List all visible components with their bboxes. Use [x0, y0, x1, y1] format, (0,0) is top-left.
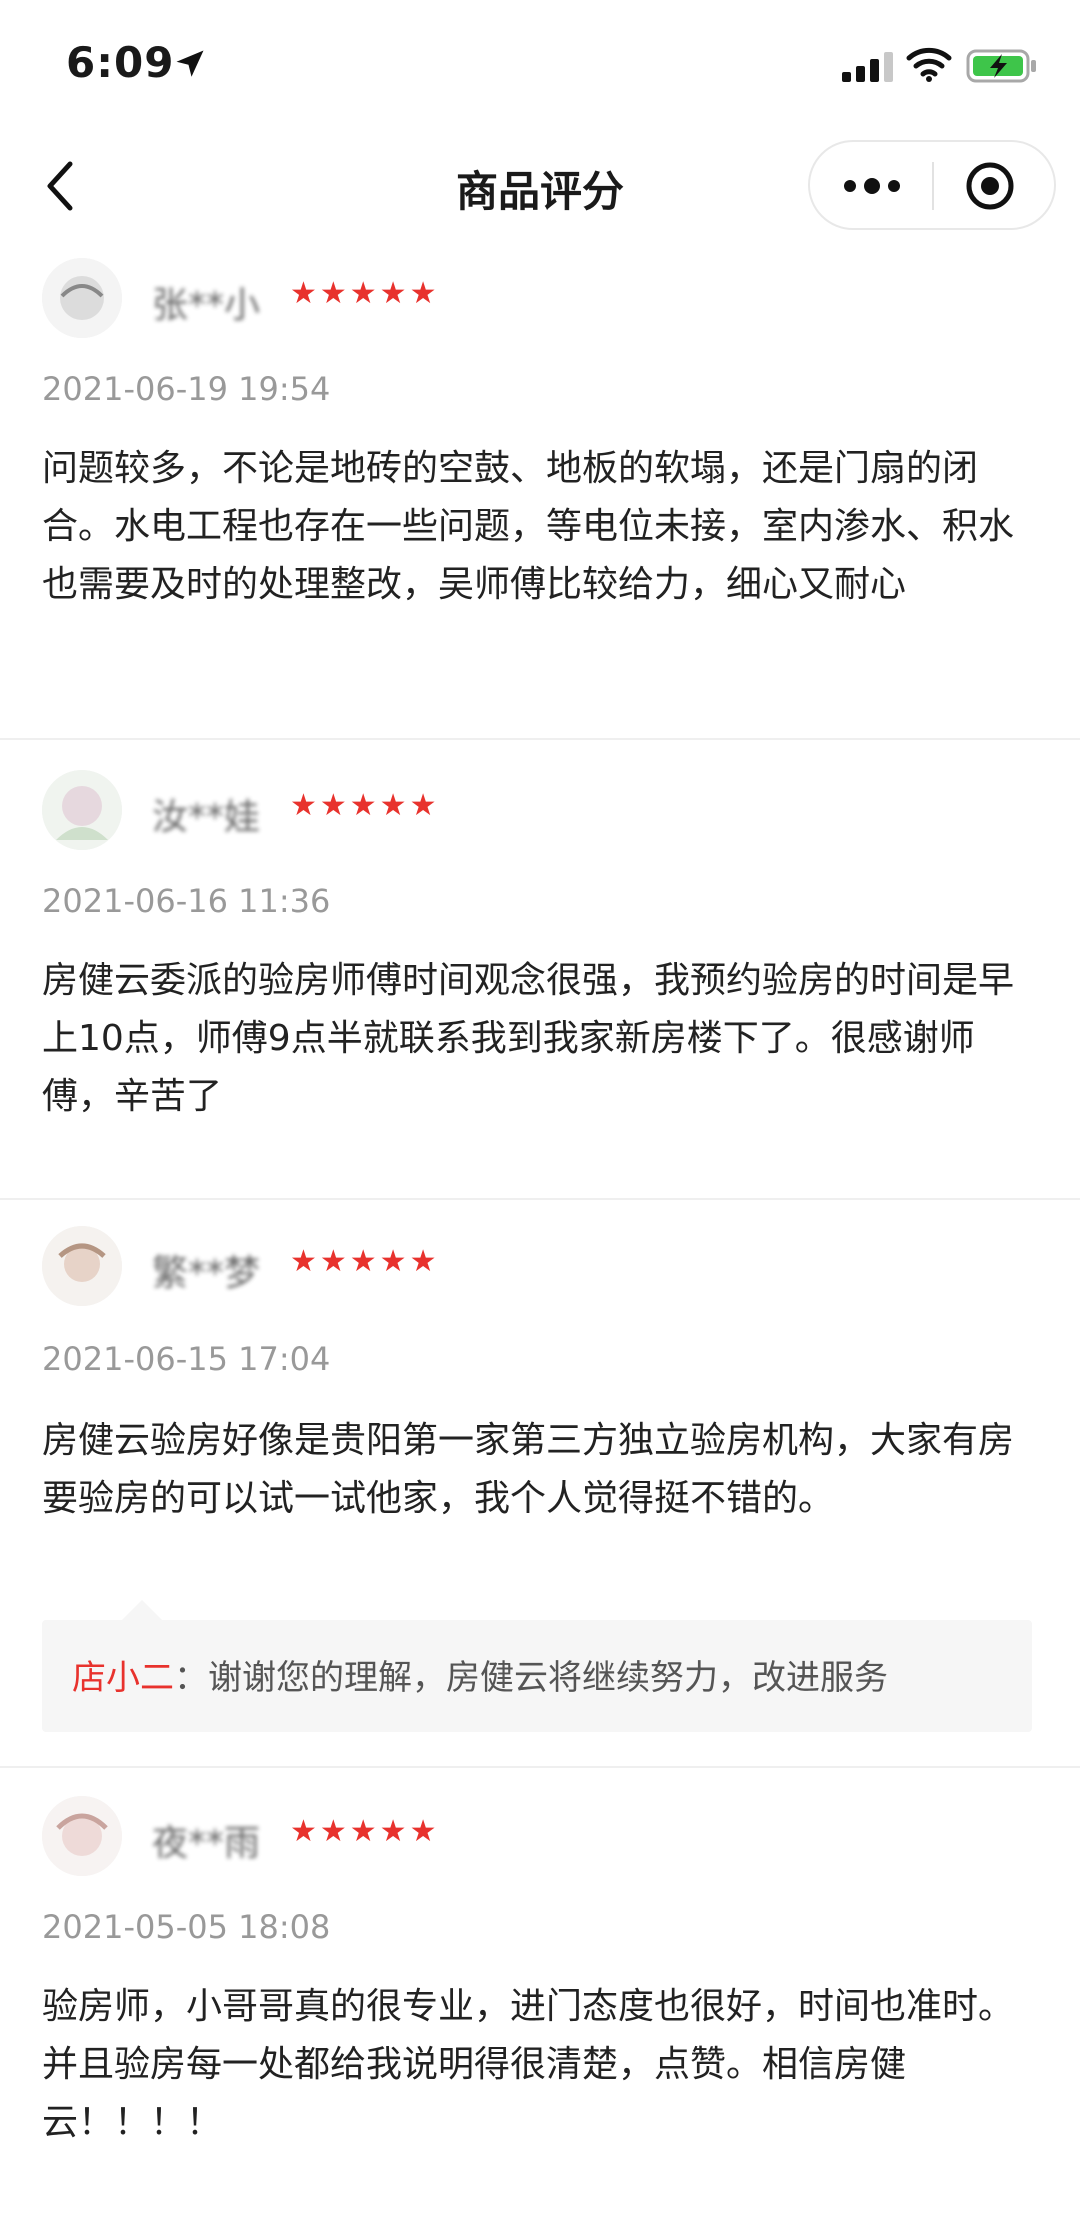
- status-bar: 6:09: [0, 0, 1080, 130]
- avatar: [42, 1226, 122, 1306]
- divider: [0, 1766, 1080, 1768]
- username: 繁**梦: [152, 1253, 261, 1294]
- avatar: [42, 770, 122, 850]
- review-content: 房健云委派的验房师傅时间观念很强，我预约验房的时间是早上10点，师傅9点半就联系…: [42, 960, 1015, 1117]
- star-rating: ★★★★★: [290, 1244, 440, 1279]
- review-content: 房健云验房好像是贵阳第一家第三方独立验房机构，大家有房要验房的可以试一试他家，我…: [42, 1420, 1015, 1519]
- status-time: 6:09: [66, 38, 175, 87]
- reply-content: 谢谢您的理解，房健云将继续努力，改进服务: [208, 1658, 888, 1698]
- username: 夜**雨: [152, 1823, 261, 1864]
- battery-charging-icon: [966, 49, 1036, 83]
- review-date: 2021-06-15 17:04: [42, 1340, 331, 1378]
- close-miniprogram-button[interactable]: [960, 156, 1020, 216]
- review-item: 汝**娃 ★★★★★ 2021-06-16 11:36 房健云委派的验房师傅时间…: [0, 752, 1080, 1198]
- mini-program-capsule: [808, 140, 1056, 230]
- avatar: [42, 1796, 122, 1876]
- review-item: 夜**雨 ★★★★★ 2021-05-05 18:08 验房师，小哥哥真的很专业…: [0, 1778, 1080, 2220]
- merchant-reply: 店小二：谢谢您的理解，房健云将继续努力，改进服务: [42, 1600, 1032, 1732]
- star-rating: ★★★★★: [290, 1814, 440, 1849]
- review-item: 繁**梦 ★★★★★ 2021-06-15 17:04 房健云验房好像是贵阳第一…: [0, 1208, 1080, 1766]
- review-date: 2021-05-05 18:08: [42, 1908, 331, 1946]
- wifi-icon: [906, 47, 952, 82]
- review-date: 2021-06-19 19:54: [42, 370, 331, 408]
- more-options-button[interactable]: [830, 158, 914, 214]
- reply-author: 店小二: [72, 1658, 174, 1698]
- review-content: 问题较多，不论是地砖的空鼓、地板的软塌，还是门扇的闭合。水电工程也存在一些问题，…: [42, 448, 1015, 605]
- reply-text: 店小二：谢谢您的理解，房健云将继续努力，改进服务: [72, 1650, 888, 1699]
- divider: [0, 738, 1080, 740]
- cellular-signal-icon: [842, 52, 893, 82]
- avatar: [42, 258, 122, 338]
- location-arrow-icon: [176, 50, 204, 77]
- review-item: 张**小 ★★★★★ 2021-06-19 19:54 问题较多，不论是地砖的空…: [0, 240, 1080, 738]
- review-content: 验房师，小哥哥真的很专业，进门态度也很好，时间也准时。并且验房每一处都给我说明得…: [42, 1986, 1015, 2143]
- divider: [0, 1198, 1080, 1200]
- username: 汝**娃: [152, 797, 261, 838]
- review-date: 2021-06-16 11:36: [42, 882, 331, 920]
- reply-pointer: [122, 1600, 162, 1620]
- reply-separator: ：: [174, 1658, 208, 1698]
- star-rating: ★★★★★: [290, 276, 440, 311]
- username: 张**小: [152, 285, 261, 326]
- star-rating: ★★★★★: [290, 788, 440, 823]
- capsule-divider: [932, 162, 934, 210]
- nav-bar: 商品评分: [0, 130, 1080, 240]
